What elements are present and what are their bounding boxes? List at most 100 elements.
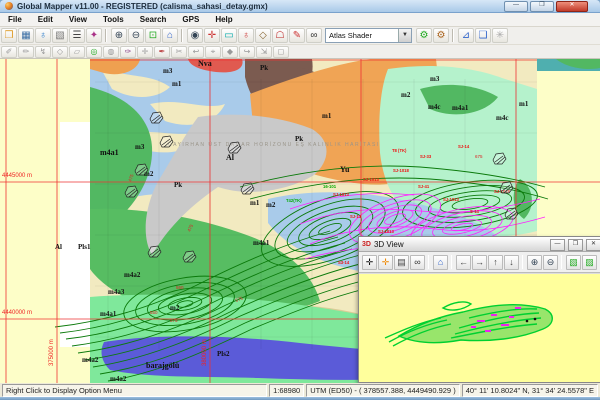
terrain-exaggeration-down-button[interactable]: ▨	[582, 255, 597, 270]
tilt-up-button[interactable]: ↑	[488, 255, 503, 270]
open-file-button[interactable]: ❒	[1, 28, 17, 43]
zoom-out-button[interactable]: ⊖	[543, 255, 558, 270]
minimize-button[interactable]: —	[504, 1, 528, 12]
snap-tool-button[interactable]: ◆	[222, 46, 238, 58]
3d-view-content[interactable]	[359, 273, 600, 382]
measure-button[interactable]: ▭	[221, 28, 237, 43]
status-latlon-coords: 40° 11' 10.8024" N, 31° 34' 24.5578" E	[462, 384, 598, 397]
zoom-window-icon: ◉	[191, 31, 200, 41]
gps-tower-button[interactable]: ☖	[272, 28, 288, 43]
map-unit-label: m1	[250, 199, 260, 207]
world-button[interactable]: ♁	[35, 28, 51, 43]
menu-item-edit[interactable]: Edit	[30, 15, 61, 24]
3d-maximize-button[interactable]: ❐	[568, 239, 583, 251]
overlay-control-button[interactable]: ☰	[69, 28, 85, 43]
create-line-button[interactable]: ↯	[35, 46, 51, 58]
map-unit-label: m3	[163, 67, 173, 75]
toolbar-separator	[105, 29, 107, 42]
combine-lines-button[interactable]: ↩	[188, 46, 204, 58]
home-view-button[interactable]: ⌂	[162, 28, 178, 43]
split-line-button[interactable]: ✂	[171, 46, 187, 58]
3d-view-window[interactable]: 3D 3D View — ❐ ✕ ✛✛▤∞⌂←→↑↓⊕⊖▧▨▦	[358, 236, 600, 383]
map-grid-label: 380000 m	[202, 339, 208, 366]
export-image-button[interactable]: ▧	[52, 28, 68, 43]
rotate-view-button[interactable]: ✛	[362, 255, 377, 270]
undo-digitize-button[interactable]: ↪	[239, 46, 255, 58]
3d-close-button[interactable]: ✕	[586, 239, 600, 251]
tilt-down-button[interactable]: ↓	[504, 255, 519, 270]
terrain-exaggeration-up-button[interactable]: ▧	[566, 255, 581, 270]
create-point-button[interactable]: ✏	[18, 46, 34, 58]
map-borehole-label: SJ-41	[418, 184, 430, 189]
fly-through-button[interactable]: ✳	[492, 28, 508, 43]
maximize-button[interactable]: ❐	[530, 1, 554, 12]
home-view-button[interactable]: ⌂	[433, 255, 448, 270]
close-button[interactable]: ✕	[556, 1, 588, 12]
create-range-ring-button[interactable]: ◎	[86, 46, 102, 58]
map-borehole-label: SJ-1013	[443, 197, 460, 202]
map-title-annotation: ÇAYIRHAN ÜST DAMAR HORİZONU EŞ KALINLIK …	[168, 141, 380, 148]
buffer-tool-button[interactable]: ◻	[273, 46, 289, 58]
digitizer-edit-button[interactable]: ✐	[1, 46, 17, 58]
path-profile-button[interactable]: ⊿	[458, 28, 474, 43]
shader-custom-button[interactable]: ⚙	[433, 28, 449, 43]
move-feature-button[interactable]: ✛	[137, 46, 153, 58]
measure-icon: ▭	[224, 31, 233, 41]
online-data-button[interactable]: ♁	[238, 28, 254, 43]
3d-minimize-button[interactable]: —	[550, 239, 565, 251]
rotate-left-button[interactable]: ←	[456, 255, 471, 270]
menu-item-search[interactable]: Search	[132, 15, 175, 24]
dropdown-arrow-icon[interactable]: ▼	[398, 29, 411, 42]
zoom-out-icon: ⊖	[132, 31, 140, 41]
show-3d-view-button[interactable]: ❑	[475, 28, 491, 43]
create-rectangle-icon: ▱	[74, 47, 80, 57]
rotate-right-button[interactable]: →	[472, 255, 487, 270]
create-line-icon: ↯	[40, 47, 47, 57]
window-titlebar[interactable]: Global Mapper v11.00 - REGISTERED (calis…	[0, 0, 600, 13]
digitizer-pen-button[interactable]: ✎	[289, 28, 305, 43]
3d-view-toolbar: ✛✛▤∞⌂←→↑↓⊕⊖▧▨▦	[359, 252, 600, 273]
shader-dropdown[interactable]: Atlas Shader▼	[325, 28, 412, 43]
zoom-in-icon: ⊕	[115, 31, 123, 41]
save-workspace-button[interactable]: ▦	[18, 28, 34, 43]
attribute-edit-button[interactable]: ⇲	[256, 46, 272, 58]
menu-item-gps[interactable]: GPS	[174, 15, 207, 24]
map-survey-label: 16-101	[323, 184, 337, 189]
map-configuration-button[interactable]: ✦	[86, 28, 102, 43]
menu-item-file[interactable]: File	[0, 15, 30, 24]
zoom-in-button[interactable]: ⊕	[527, 255, 542, 270]
copy-feature-button[interactable]: ⌖	[205, 46, 221, 58]
create-freehand-button[interactable]: ✑	[120, 46, 136, 58]
map-unit-label: Yu	[340, 165, 350, 174]
shader-options-button[interactable]: ⚙	[416, 28, 432, 43]
create-rectangle-button[interactable]: ▱	[69, 46, 85, 58]
vertex-edit-button[interactable]: ✒	[154, 46, 170, 58]
zoom-window-button[interactable]: ◉	[187, 28, 203, 43]
zoom-in-button[interactable]: ⊕	[111, 28, 127, 43]
snap-tool-icon: ◆	[227, 47, 233, 57]
pan-view-button[interactable]: ✛	[378, 255, 393, 270]
map-unit-label: m4a1	[253, 239, 270, 247]
path-profile-icon: ⊿	[462, 31, 470, 41]
map-borehole-label: SJ-1013	[363, 177, 380, 182]
zoom-out-button[interactable]: ⊖	[128, 28, 144, 43]
menu-item-view[interactable]: View	[61, 15, 95, 24]
menu-item-help[interactable]: Help	[207, 15, 240, 24]
coverage-button[interactable]: ◇	[255, 28, 271, 43]
search-binoculars-button[interactable]: ∞	[306, 28, 322, 43]
layers-button[interactable]: ▤	[394, 255, 409, 270]
create-freehand-icon: ✑	[125, 47, 132, 57]
create-area-icon: ◇	[57, 47, 63, 57]
full-extent-button[interactable]: ⊡	[145, 28, 161, 43]
menu-item-tools[interactable]: Tools	[95, 15, 132, 24]
rotate-view-icon: ✛	[366, 258, 374, 267]
create-concentric-button[interactable]: ◍	[103, 46, 119, 58]
map-unit-label: m1	[519, 100, 529, 108]
view-search-button[interactable]: ∞	[410, 255, 425, 270]
pan-button[interactable]: ✛	[204, 28, 220, 43]
create-area-button[interactable]: ◇	[52, 46, 68, 58]
3d-view-titlebar[interactable]: 3D 3D View — ❐ ✕	[359, 237, 600, 252]
vertex-edit-icon: ✒	[159, 47, 166, 57]
map-borehole-label: SJ-13	[350, 214, 362, 219]
shader-dropdown-value: Atlas Shader	[326, 31, 398, 40]
